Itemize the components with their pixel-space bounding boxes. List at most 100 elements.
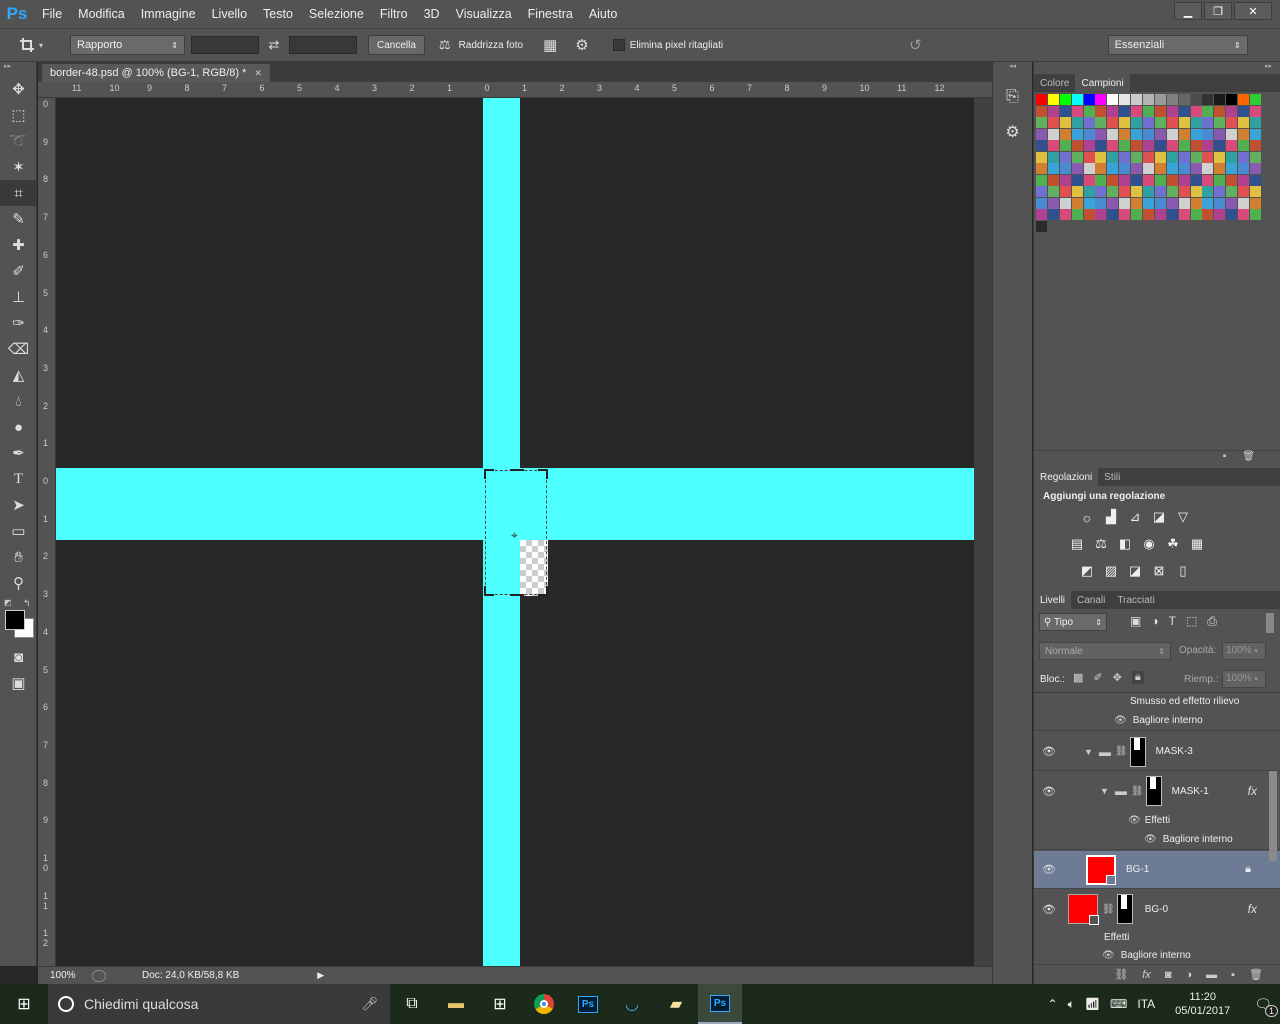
- color-swatch[interactable]: [1036, 105, 1047, 117]
- type-tool-icon[interactable]: T: [0, 466, 37, 492]
- color-swatch[interactable]: [1238, 128, 1250, 140]
- color-swatch[interactable]: [1036, 197, 1047, 209]
- color-swatch[interactable]: [1190, 140, 1202, 151]
- type-filter-icon[interactable]: T: [1169, 614, 1176, 629]
- vibrance-icon[interactable]: ▽: [1174, 509, 1192, 525]
- crop-handle[interactable]: [510, 594, 524, 596]
- color-swatch[interactable]: [1119, 140, 1131, 151]
- color-swatch[interactable]: [1119, 163, 1131, 174]
- color-swatch[interactable]: [1154, 117, 1166, 128]
- black-white-icon[interactable]: ◧: [1116, 536, 1134, 552]
- color-swatch[interactable]: [1226, 117, 1238, 128]
- color-swatch[interactable]: [1131, 117, 1143, 128]
- crop-handle[interactable]: [538, 586, 548, 596]
- color-swatch[interactable]: [1047, 94, 1059, 105]
- layer-name[interactable]: BG-0: [1145, 904, 1168, 915]
- color-swatch[interactable]: [1119, 197, 1131, 209]
- menu-3d[interactable]: 3D: [416, 0, 448, 28]
- tab-livelli[interactable]: Livelli: [1034, 591, 1072, 609]
- color-swatch[interactable]: [1238, 163, 1250, 174]
- eye-icon[interactable]: 👁︎: [1042, 903, 1056, 916]
- color-swatch[interactable]: [1166, 163, 1178, 174]
- color-swatch[interactable]: [1131, 151, 1143, 163]
- collapse-icon[interactable]: ◂◂: [993, 62, 1032, 72]
- layer-thumbnail[interactable]: [1068, 894, 1099, 925]
- ratio-width-field[interactable]: [191, 36, 259, 54]
- color-lookup-icon[interactable]: ▦: [1188, 536, 1206, 552]
- color-swatch[interactable]: [1143, 197, 1155, 209]
- color-swatch[interactable]: [1036, 163, 1047, 174]
- color-swatch[interactable]: [1214, 174, 1226, 186]
- color-swatch[interactable]: [1119, 117, 1131, 128]
- color-swatch[interactable]: [1047, 105, 1059, 117]
- link-icon[interactable]: ⛓︎: [1131, 786, 1144, 797]
- color-swatch[interactable]: [1071, 140, 1083, 151]
- color-swatch[interactable]: [1119, 128, 1131, 140]
- effect-row[interactable]: 👁︎ Bagliore interno: [1034, 946, 1280, 962]
- color-swatch[interactable]: [1095, 186, 1107, 197]
- crop-tool-preset[interactable]: ▾: [0, 37, 62, 53]
- color-swatch[interactable]: [1226, 151, 1238, 163]
- tab-campioni[interactable]: Campioni: [1075, 74, 1130, 92]
- color-swatch[interactable]: [1107, 186, 1119, 197]
- link-icon[interactable]: ⛓︎: [1115, 746, 1128, 757]
- color-swatch[interactable]: [1131, 140, 1143, 151]
- color-swatch[interactable]: [1154, 105, 1166, 117]
- color-swatch[interactable]: [1238, 197, 1250, 209]
- color-swatch[interactable]: [1202, 209, 1214, 220]
- eyedropper-tool-icon[interactable]: ✎: [0, 206, 37, 232]
- color-swatch[interactable]: [1238, 94, 1250, 105]
- zoom-tool-icon[interactable]: ⚲: [0, 570, 37, 596]
- collapse-icon[interactable]: ▸▸: [1034, 62, 1280, 74]
- zoom-level[interactable]: 100%: [38, 970, 78, 981]
- color-swatch[interactable]: [1107, 197, 1119, 209]
- color-swatch[interactable]: [1214, 117, 1226, 128]
- color-swatch[interactable]: [1250, 128, 1262, 140]
- color-swatch[interactable]: [1119, 174, 1131, 186]
- magic-wand-tool-icon[interactable]: ✶: [0, 154, 37, 180]
- fx-add-icon[interactable]: fx: [1142, 969, 1151, 981]
- color-swatch[interactable]: [1083, 163, 1095, 174]
- layer-filter-select[interactable]: ⚲ Tipo ⇕: [1039, 613, 1107, 631]
- color-swatch[interactable]: [1131, 94, 1143, 105]
- color-swatch[interactable]: [1178, 151, 1190, 163]
- photoshop-taskbar-active-icon[interactable]: Ps: [698, 984, 742, 1024]
- tab-tracciati[interactable]: Tracciati: [1111, 591, 1160, 609]
- quick-mask-icon[interactable]: ◙: [0, 644, 37, 670]
- color-swatch[interactable]: [1059, 151, 1071, 163]
- color-swatch[interactable]: [1131, 197, 1143, 209]
- color-swatch[interactable]: [1047, 117, 1059, 128]
- marquee-tool-icon[interactable]: ⬚: [0, 102, 37, 128]
- layer-row-bg1[interactable]: 👁︎ BG-1 🔒︎: [1034, 851, 1280, 889]
- color-swatch[interactable]: [1250, 105, 1262, 117]
- color-swatch[interactable]: [1119, 209, 1131, 220]
- eraser-tool-icon[interactable]: ⌫: [0, 336, 37, 362]
- paint-bucket-tool-icon[interactable]: ◭: [0, 362, 37, 388]
- straighten-label[interactable]: Raddrizza foto: [459, 40, 523, 51]
- color-swatch[interactable]: [1059, 128, 1071, 140]
- menu-finestra[interactable]: Finestra: [520, 0, 581, 28]
- file-explorer-icon[interactable]: ▬: [434, 984, 478, 1024]
- dodge-tool-icon[interactable]: ●: [0, 414, 37, 440]
- color-swatch[interactable]: [1226, 128, 1238, 140]
- color-swatch[interactable]: [1166, 174, 1178, 186]
- gear-icon[interactable]: ⚙: [575, 36, 588, 54]
- color-swatch[interactable]: [1107, 94, 1119, 105]
- mask-thumbnail[interactable]: [1116, 894, 1133, 924]
- color-swatch[interactable]: [1131, 128, 1143, 140]
- opacity-field[interactable]: 100% ▾: [1222, 642, 1266, 660]
- color-swatch[interactable]: [1107, 128, 1119, 140]
- color-swatch[interactable]: [1190, 163, 1202, 174]
- tab-regolazioni[interactable]: Regolazioni: [1034, 468, 1099, 486]
- color-swatch[interactable]: [1036, 209, 1047, 220]
- color-swatch[interactable]: [1059, 174, 1071, 186]
- color-swatch[interactable]: [1143, 151, 1155, 163]
- lasso-tool-icon[interactable]: ➰: [0, 128, 37, 154]
- menu-aiuto[interactable]: Aiuto: [581, 0, 626, 28]
- color-swatch[interactable]: [1166, 94, 1178, 105]
- color-swatch[interactable]: [1154, 186, 1166, 197]
- brush-tool-icon[interactable]: ✐: [0, 258, 37, 284]
- color-swatch[interactable]: [1143, 94, 1155, 105]
- eye-icon[interactable]: 👁︎: [1128, 815, 1141, 826]
- path-selection-tool-icon[interactable]: ➤: [0, 492, 37, 518]
